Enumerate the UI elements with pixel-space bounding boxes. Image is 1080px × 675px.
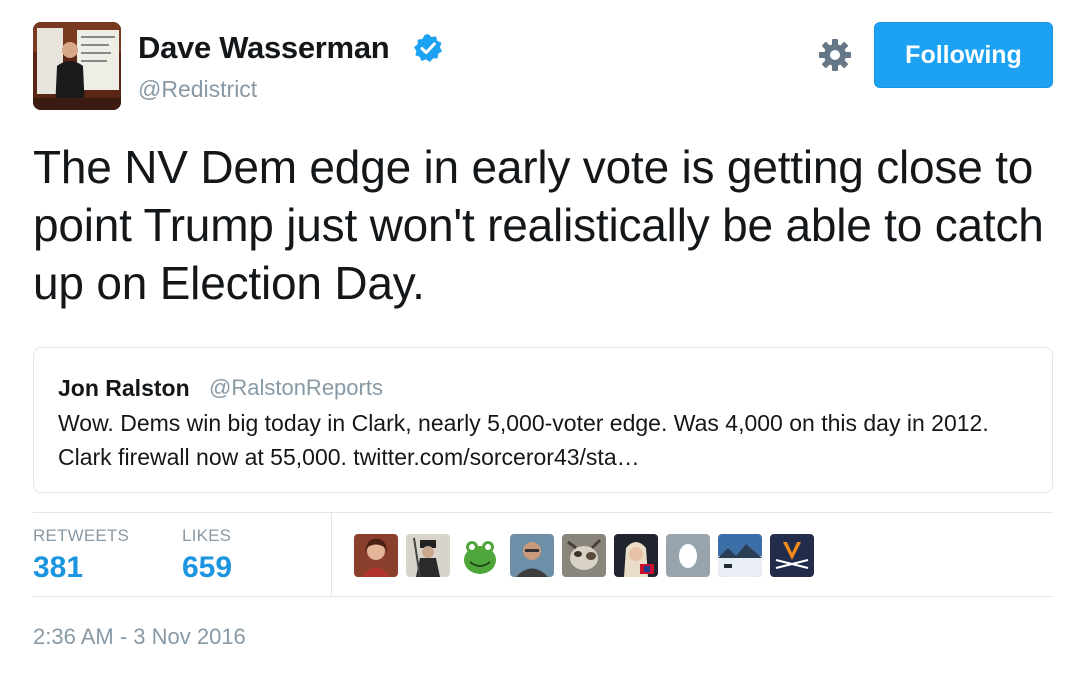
- liker-avatar-man[interactable]: [510, 534, 554, 577]
- likes-count[interactable]: 659: [182, 551, 232, 585]
- author-handle[interactable]: @Redistrict: [138, 76, 257, 103]
- quoted-author-handle: @RalstonReports: [209, 375, 383, 400]
- liker-avatar-virginia-logo[interactable]: [770, 534, 814, 577]
- author-avatar[interactable]: [33, 22, 121, 110]
- following-button[interactable]: Following: [874, 22, 1053, 88]
- quoted-tweet-text: Wow. Dems win big today in Clark, nearly…: [58, 410, 989, 470]
- liker-avatar-woman[interactable]: [354, 534, 398, 577]
- liker-avatar-frog[interactable]: [458, 534, 502, 577]
- gear-icon[interactable]: [818, 38, 852, 72]
- quoted-author-name: Jon Ralston: [58, 375, 190, 401]
- liker-avatar-soldier[interactable]: [406, 534, 450, 577]
- liker-avatars: [354, 534, 814, 577]
- liker-avatar-animal[interactable]: [562, 534, 606, 577]
- stats-top-divider: [33, 512, 1053, 513]
- retweets-label[interactable]: RETWEETS: [33, 526, 129, 546]
- tweet-timestamp[interactable]: 2:36 AM - 3 Nov 2016: [33, 624, 246, 650]
- tweet-text: The NV Dem edge in early vote is getting…: [33, 141, 1044, 309]
- stats-bottom-divider: [33, 596, 1053, 597]
- liker-avatar-default-egg[interactable]: [666, 534, 710, 577]
- liker-avatar-landscape[interactable]: [718, 534, 762, 577]
- verified-badge-icon: [414, 34, 442, 62]
- stats-separator: [331, 513, 332, 596]
- likes-label[interactable]: LIKES: [182, 526, 231, 546]
- liker-avatar-woman-portrait[interactable]: [614, 534, 658, 577]
- author-name[interactable]: Dave Wasserman: [138, 30, 390, 66]
- quoted-tweet[interactable]: Jon Ralston @RalstonReports Wow. Dems wi…: [33, 347, 1053, 493]
- retweets-count[interactable]: 381: [33, 551, 83, 585]
